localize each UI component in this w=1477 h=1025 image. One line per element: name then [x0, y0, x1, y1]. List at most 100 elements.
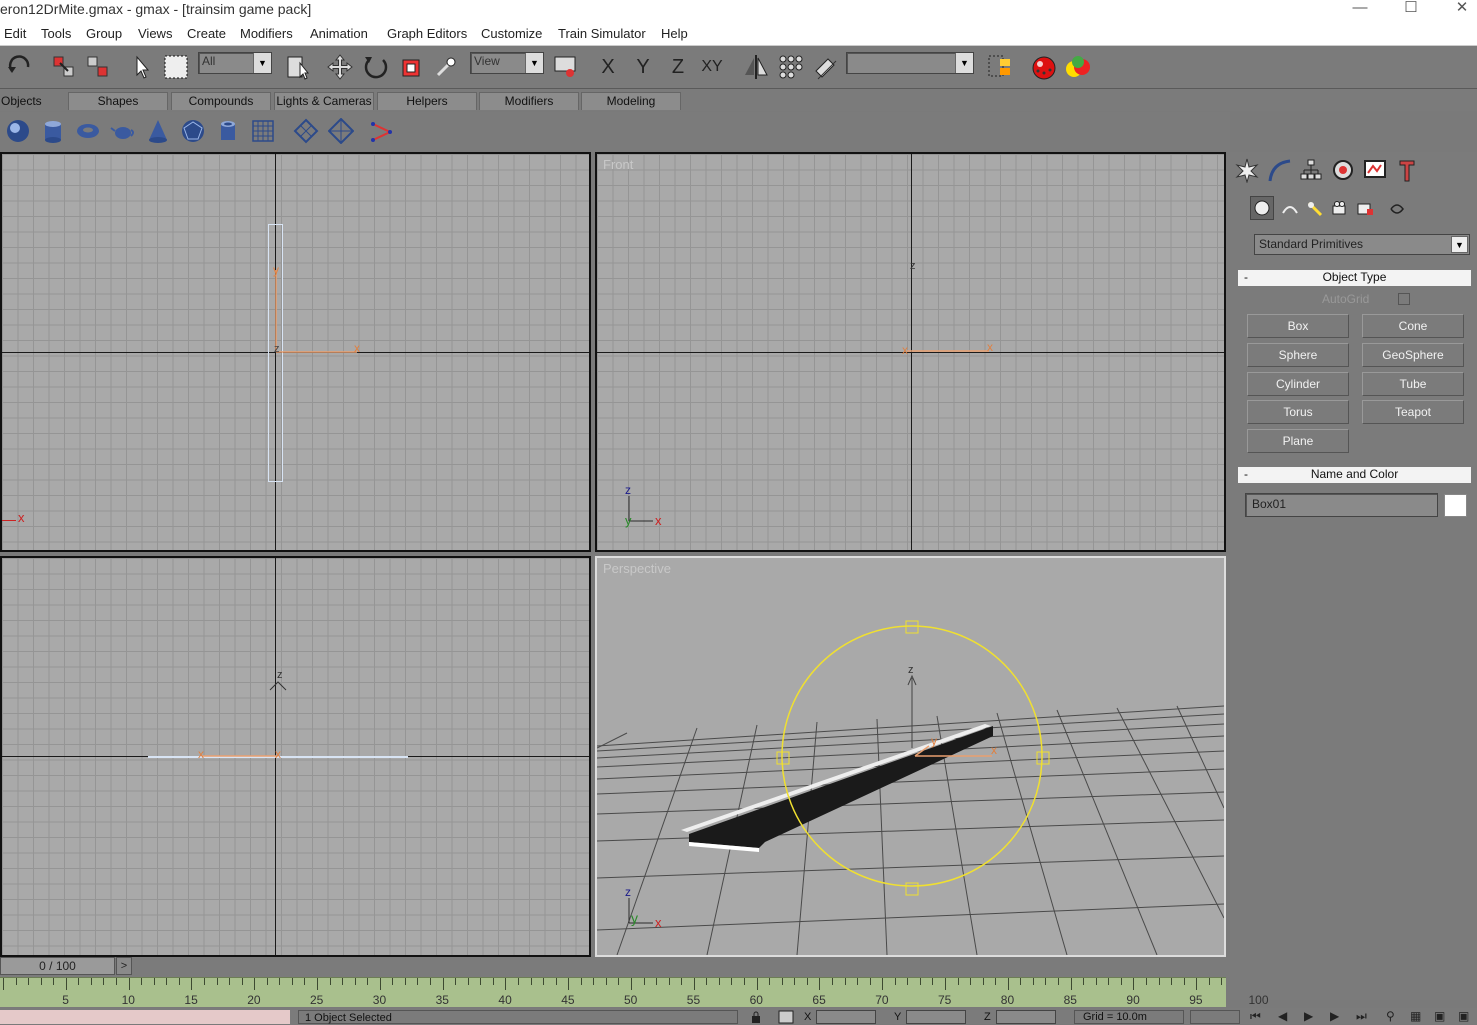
tab-modeling[interactable]: Modeling — [581, 92, 681, 110]
geosphere-button[interactable]: GeoSphere — [1362, 343, 1464, 367]
object-name-input[interactable]: Box01 — [1245, 493, 1438, 517]
torus-button[interactable]: Torus — [1247, 400, 1349, 424]
select-object-icon[interactable] — [128, 53, 156, 81]
box-lattice-icon[interactable] — [293, 118, 319, 144]
sphere-icon[interactable] — [5, 118, 31, 144]
shapes-category-icon[interactable] — [1280, 199, 1300, 219]
next-frame-icon[interactable]: ▶ — [1330, 1009, 1339, 1023]
next-frame-button[interactable]: > — [116, 957, 132, 975]
restrict-to-y-button[interactable]: Y — [629, 53, 657, 81]
render-icon[interactable] — [1064, 53, 1092, 81]
tab-compounds[interactable]: Compounds — [171, 92, 271, 110]
select-and-link-icon[interactable] — [50, 53, 78, 81]
time-slider[interactable]: 0 / 100 — [0, 957, 115, 975]
torus-icon[interactable] — [75, 118, 101, 144]
display-panel-icon[interactable] — [1362, 157, 1388, 183]
restrict-to-x-button[interactable]: X — [594, 53, 622, 81]
align-icon[interactable] — [812, 53, 840, 81]
modify-panel-icon[interactable] — [1266, 157, 1292, 183]
x-coordinate-field[interactable] — [816, 1010, 876, 1024]
object-color-swatch[interactable] — [1444, 494, 1467, 517]
transform-gizmo[interactable]: x x z — [182, 658, 302, 768]
use-pivot-point-center-icon[interactable] — [552, 53, 580, 81]
motion-panel-icon[interactable] — [1330, 157, 1356, 183]
box-button[interactable]: Box — [1247, 314, 1349, 338]
name-and-color-rollout-header[interactable]: - Name and Color — [1238, 467, 1471, 483]
zoom-extents-all-icon[interactable]: ▣ — [1458, 1009, 1469, 1023]
transform-gizmo[interactable]: x y z — [252, 254, 382, 374]
menu-group[interactable]: Group — [86, 26, 122, 41]
menu-customize[interactable]: Customize — [481, 26, 542, 41]
teapot-button[interactable]: Teapot — [1362, 400, 1464, 424]
y-coordinate-field[interactable] — [906, 1010, 966, 1024]
cylinder-icon[interactable] — [40, 118, 66, 144]
selection-filter-dropdown[interactable]: All ▼ — [198, 52, 272, 74]
time-slider-track[interactable] — [0, 957, 1230, 977]
hierarchy-panel-icon[interactable] — [1298, 157, 1324, 183]
unlink-selection-icon[interactable] — [84, 53, 112, 81]
play-icon[interactable]: ▶ — [1304, 1009, 1313, 1023]
viewport-bottom-left[interactable]: x x z — [0, 556, 591, 957]
zoom-extents-icon[interactable]: ▣ — [1434, 1009, 1445, 1023]
autogrid-checkbox[interactable] — [1398, 293, 1410, 305]
geosphere-icon[interactable] — [180, 118, 206, 144]
utilities-panel-icon[interactable] — [1394, 157, 1420, 183]
rectangular-selection-icon[interactable] — [162, 53, 190, 81]
plane-grid-icon[interactable] — [250, 118, 276, 144]
named-selection-sets-dropdown[interactable]: ▼ — [846, 52, 974, 74]
select-and-move-icon[interactable] — [326, 53, 354, 81]
plane-button[interactable]: Plane — [1247, 429, 1349, 453]
tab-objects[interactable]: Objects — [0, 92, 66, 110]
object-type-rollout-header[interactable]: - Object Type — [1238, 270, 1471, 286]
tab-shapes[interactable]: Shapes — [68, 92, 168, 110]
maximize-button[interactable]: ☐ — [1391, 0, 1431, 18]
absolute-mode-icon[interactable] — [778, 1010, 794, 1024]
tab-helpers[interactable]: Helpers — [377, 92, 477, 110]
tab-modifiers[interactable]: Modifiers — [479, 92, 579, 110]
menu-graph-editors[interactable]: Graph Editors — [387, 26, 467, 41]
menu-train-simulator[interactable]: Train Simulator — [558, 26, 646, 41]
material-editor-icon[interactable] — [1030, 53, 1058, 81]
viewport-front[interactable]: Front z x x z x y — [595, 152, 1226, 552]
goto-start-icon[interactable]: ⏮ — [1250, 1009, 1261, 1024]
geometry-category-button[interactable] — [1250, 196, 1274, 220]
zoom-all-icon[interactable]: ▦ — [1410, 1009, 1421, 1023]
tube-button[interactable]: Tube — [1362, 372, 1464, 396]
layer-manager-icon[interactable] — [986, 53, 1014, 81]
menu-edit[interactable]: Edit — [4, 26, 26, 41]
array-icon[interactable] — [777, 53, 805, 81]
lock-icon[interactable] — [750, 1011, 762, 1023]
tube-icon[interactable] — [215, 118, 241, 144]
menu-animation[interactable]: Animation — [310, 26, 368, 41]
z-coordinate-field[interactable] — [996, 1010, 1056, 1024]
menu-tools[interactable]: Tools — [41, 26, 71, 41]
viewport-top-left[interactable]: x y z x — [0, 152, 591, 552]
maxscript-listener[interactable] — [0, 1010, 290, 1024]
cone-button[interactable]: Cone — [1362, 314, 1464, 338]
transform-gizmo[interactable]: x x — [897, 336, 1007, 366]
viewport-perspective[interactable]: Perspective z y x z x y — [595, 556, 1226, 957]
restrict-to-z-button[interactable]: Z — [664, 53, 692, 81]
frame-field[interactable] — [1190, 1010, 1240, 1024]
restrict-to-xy-button[interactable]: XY — [698, 53, 726, 81]
cylinder-button[interactable]: Cylinder — [1247, 372, 1349, 396]
previous-frame-icon[interactable]: ◀ — [1278, 1009, 1287, 1023]
spline-icon[interactable] — [370, 118, 396, 144]
tab-lights-cameras[interactable]: Lights & Cameras — [274, 92, 374, 110]
minimize-button[interactable]: — — [1340, 0, 1380, 18]
track-bar[interactable]: 5 10 15 20 25 30 35 40 45 50 55 60 65 70 75 80 85 90 95 100 — [0, 977, 1269, 1007]
mirror-icon[interactable] — [742, 53, 770, 81]
sphere-button[interactable]: Sphere — [1247, 343, 1349, 367]
manipulate-icon[interactable] — [432, 53, 460, 81]
compass-icon[interactable] — [328, 118, 354, 144]
cone-icon[interactable] — [145, 118, 171, 144]
select-by-name-icon[interactable] — [284, 53, 312, 81]
cameras-category-icon[interactable] — [1330, 199, 1350, 219]
helpers-category-icon[interactable] — [1355, 199, 1375, 219]
menu-create[interactable]: Create — [187, 26, 226, 41]
zoom-icon[interactable]: ⚲ — [1386, 1009, 1395, 1023]
create-panel-icon[interactable] — [1234, 157, 1260, 183]
lights-category-icon[interactable] — [1305, 199, 1325, 219]
space-warps-category-icon[interactable] — [1387, 199, 1407, 219]
menu-views[interactable]: Views — [138, 26, 172, 41]
